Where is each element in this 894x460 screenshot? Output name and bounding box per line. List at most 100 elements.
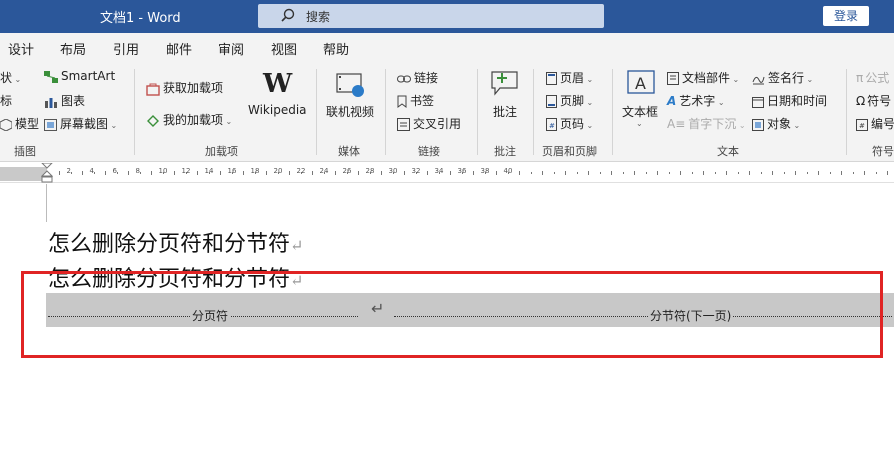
new-comment-button[interactable]: 批注: [493, 103, 517, 120]
tab-view[interactable]: 视图: [271, 39, 297, 58]
footer-icon: [546, 95, 557, 108]
ruler-number: 28: [365, 167, 375, 175]
ruler-number: 26: [342, 167, 352, 175]
title-bar: 文档1 - Word 搜索 登录: [0, 0, 894, 33]
icons-button[interactable]: 标: [0, 92, 12, 109]
ruler-tick: [726, 171, 727, 175]
svg-text:A: A: [635, 74, 646, 93]
omega-icon: Ω: [856, 94, 866, 108]
quick-parts-button[interactable]: 文档部件 ⌄: [667, 69, 739, 86]
ruler-tick: [680, 171, 681, 175]
footer-button[interactable]: 页脚 ⌄: [546, 92, 593, 109]
ruler-number: 18: [250, 167, 260, 175]
cross-reference-button[interactable]: 交叉引用: [397, 115, 461, 132]
page-number-icon: #: [546, 118, 557, 131]
ribbon-separator: [612, 69, 613, 155]
ruler-tick: [542, 171, 543, 175]
wikipedia-icon[interactable]: W: [263, 69, 292, 99]
indent-marker-icon[interactable]: [41, 163, 53, 183]
ruler-tick: [381, 171, 382, 175]
numbering-button[interactable]: # 编号: [856, 115, 894, 132]
svg-text:#: #: [549, 122, 555, 130]
ruler-number: 22: [296, 167, 306, 175]
ribbon-separator: [533, 69, 534, 155]
tab-design[interactable]: 设计: [8, 39, 34, 58]
tab-help[interactable]: 帮助: [323, 39, 349, 58]
ruler-tick: [519, 171, 520, 175]
search-icon: [281, 8, 295, 22]
dropcap-icon: A≡: [667, 117, 686, 131]
cross-reference-icon: [397, 118, 410, 131]
document-line-1[interactable]: 怎么删除分页符和分节符↵: [48, 226, 303, 258]
ruler-tick: [806, 172, 808, 174]
ruler-tick: [668, 172, 670, 174]
ruler-tick: [473, 171, 474, 175]
ruler-tick: [737, 172, 739, 174]
online-video-button[interactable]: 联机视频: [326, 103, 374, 120]
search-box[interactable]: 搜索: [258, 4, 604, 28]
group-label-header-footer: 页眉和页脚: [542, 145, 597, 158]
date-time-button[interactable]: 日期和时间: [752, 92, 827, 109]
tab-references[interactable]: 引用: [113, 39, 139, 58]
login-button[interactable]: 登录: [823, 6, 869, 26]
bookmark-button[interactable]: 书签: [397, 92, 434, 109]
3d-model-icon: [0, 118, 12, 131]
paragraph-mark: ↵: [290, 236, 304, 255]
signature-line-button[interactable]: 签名行 ⌄: [752, 69, 813, 86]
textbox-icon[interactable]: A: [626, 69, 656, 97]
tab-review[interactable]: 审阅: [218, 39, 244, 58]
smartart-button[interactable]: SmartArt: [44, 69, 115, 83]
highlight-box: [21, 271, 883, 358]
ruler-tick: [312, 171, 313, 175]
ruler-tick: [530, 172, 532, 174]
ruler-tick: [783, 172, 785, 174]
screenshot-button[interactable]: 屏幕截图 ⌄: [44, 115, 117, 132]
wordart-button[interactable]: A 艺术字 ⌄: [667, 92, 725, 109]
object-button[interactable]: 对象 ⌄: [752, 115, 800, 132]
ruler-tick: [749, 171, 750, 175]
comment-icon[interactable]: [490, 69, 520, 97]
ruler-tick: [703, 171, 704, 175]
signature-icon: [752, 76, 765, 85]
ruler-tick: [772, 171, 773, 175]
page-number-button[interactable]: # 页码 ⌄: [546, 115, 593, 132]
ruler-tick: [427, 171, 428, 175]
online-video-icon[interactable]: [336, 71, 366, 99]
link-button[interactable]: 链接: [397, 69, 438, 86]
ruler-number: 38: [480, 167, 490, 175]
ruler-tick: [645, 172, 647, 174]
wikipedia-button[interactable]: Wikipedia: [248, 103, 307, 117]
ruler-tick: [565, 171, 566, 175]
ruler-tick: [105, 171, 106, 175]
svg-text:#: #: [859, 122, 865, 130]
ribbon-separator: [134, 69, 135, 155]
ruler-number: 12: [181, 167, 191, 175]
group-label-media: 媒体: [338, 145, 360, 158]
header-button[interactable]: 页眉 ⌄: [546, 69, 593, 86]
get-addins-button[interactable]: 获取加载项: [146, 79, 223, 96]
ruler-number: 16: [227, 167, 237, 175]
tab-mailings[interactable]: 邮件: [166, 39, 192, 58]
horizontal-ruler[interactable]: 2 4 6 8 10 12 14 16 18 20 22 24 26 28 30 32 34 36 38 40: [0, 163, 894, 183]
dropcap-button[interactable]: A≡ 首字下沉 ⌄: [667, 115, 746, 132]
symbol-button[interactable]: Ω 符号: [856, 92, 891, 109]
textbox-dropdown-icon[interactable]: ⌄: [636, 119, 643, 128]
ruler-tick: [622, 172, 624, 174]
textbox-button[interactable]: 文本框: [622, 103, 658, 120]
ribbon-separator: [477, 69, 478, 155]
calendar-icon: [752, 96, 764, 108]
wordart-icon: A: [667, 94, 677, 108]
ruler-number: 10: [158, 167, 168, 175]
ruler-tick: [496, 171, 497, 175]
ruler-tick: [818, 171, 819, 175]
ruler-number: 8: [135, 167, 140, 175]
my-addins-button[interactable]: 我的加载项 ⌄: [146, 111, 232, 128]
3d-model-button[interactable]: 模型: [0, 115, 39, 132]
equation-button[interactable]: π 公式: [856, 69, 889, 86]
chart-button[interactable]: 图表: [44, 92, 85, 109]
addins-icon: [147, 114, 159, 127]
tab-layout[interactable]: 布局: [60, 39, 86, 58]
group-label-text: 文本: [717, 145, 739, 158]
quick-parts-icon: [667, 72, 679, 85]
shapes-button[interactable]: 状 ⌄: [0, 69, 21, 86]
